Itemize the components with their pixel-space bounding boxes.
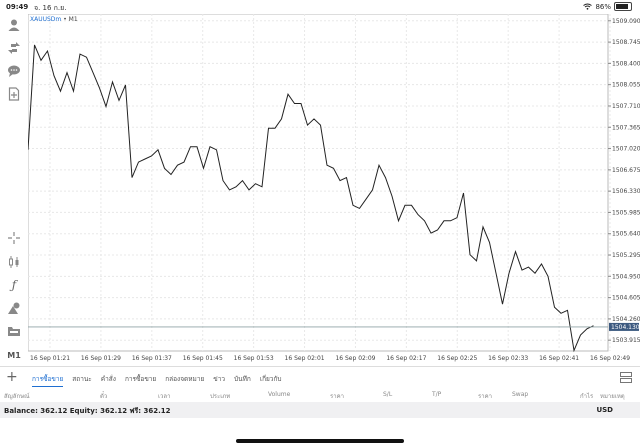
- folder-icon[interactable]: [6, 323, 22, 339]
- y-tick-label: 1506.330: [612, 188, 640, 195]
- x-axis: 16 Sep 01:21 16 Sep 01:29 16 Sep 01:37 16 S…: [30, 355, 630, 362]
- col-volume[interactable]: Volume: [268, 391, 290, 398]
- x-tick-label: 16 Sep 01:21: [30, 355, 70, 362]
- balance-summary: Balance: 362.12 Equity: 362.12 ฟรี: 362.…: [4, 407, 171, 415]
- tab-orders[interactable]: คำสั่ง: [101, 374, 116, 387]
- clock: 09:49: [6, 3, 29, 11]
- col-tp[interactable]: T/P: [432, 391, 441, 398]
- x-tick-label: 16 Sep 02:25: [437, 355, 477, 362]
- battery-fill: [616, 4, 629, 9]
- col-type[interactable]: ประเภท: [210, 391, 230, 401]
- tab-journal[interactable]: บันทึก: [234, 374, 251, 387]
- battery-icon: [614, 2, 632, 11]
- trade-table-header: สัญลักษณ์ ตั๋ว เวลา ประเภท Volume ราคา S…: [0, 388, 640, 402]
- col-sl[interactable]: S/L: [383, 391, 392, 398]
- tab-about[interactable]: เกี่ยวกับ: [260, 374, 282, 387]
- timeframe-button[interactable]: M1: [6, 347, 22, 363]
- x-tick-label: 16 Sep 01:37: [132, 355, 172, 362]
- x-tick-label: 16 Sep 01:45: [183, 355, 223, 362]
- x-tick-label: 16 Sep 02:17: [386, 355, 426, 362]
- add-icon[interactable]: +: [6, 369, 18, 385]
- home-indicator: [236, 439, 404, 443]
- chart-symbol-label: XAUUSDm • M1: [30, 16, 78, 23]
- y-tick-label: 1508.745: [612, 39, 640, 46]
- col-profit[interactable]: กำไร: [580, 391, 593, 401]
- tab-news[interactable]: ข่าว: [213, 374, 225, 387]
- col-time[interactable]: เวลา: [158, 391, 170, 401]
- wifi-icon: [583, 3, 593, 10]
- symbol-timeframe: M1: [68, 16, 78, 23]
- symbol-name: XAUUSDm: [30, 16, 62, 23]
- tab-exposure[interactable]: สถานะ: [72, 374, 92, 387]
- x-tick-label: 16 Sep 02:33: [488, 355, 528, 362]
- status-bar: 09:49 จ. 16 ก.ย. 86%: [0, 0, 640, 14]
- x-tick-label: 16 Sep 01:53: [234, 355, 274, 362]
- trade-arrows-icon[interactable]: [6, 40, 22, 56]
- tab-history[interactable]: การซื้อขาย: [125, 374, 156, 387]
- crosshair-icon[interactable]: [6, 230, 22, 246]
- col-swap[interactable]: Swap: [512, 391, 528, 398]
- chart-canvas[interactable]: 1509.090 1508.745 1508.400 1508.055 1507.710…: [28, 14, 640, 366]
- left-toolbar: ƒ M1: [0, 14, 28, 366]
- y-axis: 1509.090 1508.745 1508.400 1508.055 1507.710…: [608, 18, 640, 344]
- y-tick-label: 1508.055: [612, 82, 640, 89]
- y-tick-label: 1504.260: [612, 316, 640, 323]
- terminal-toolbar: + การซื้อขาย สถานะ คำสั่ง การซื้อขาย กล่…: [0, 366, 640, 389]
- current-price-label: 1504.130: [611, 324, 640, 331]
- y-tick-label: 1507.365: [612, 124, 640, 131]
- candlestick-icon[interactable]: [6, 254, 22, 270]
- status-date: จ. 16 ก.ย.: [34, 4, 67, 12]
- col-current-price[interactable]: ราคา: [478, 391, 492, 401]
- x-tick-label: 16 Sep 02:01: [285, 355, 325, 362]
- x-tick-label: 16 Sep 02:49: [590, 355, 630, 362]
- y-tick-label: 1505.640: [612, 231, 640, 238]
- objects-icon[interactable]: [6, 300, 22, 316]
- tab-trade[interactable]: การซื้อขาย: [32, 374, 64, 387]
- y-tick-label: 1509.090: [612, 18, 640, 25]
- function-icon[interactable]: ƒ: [6, 277, 22, 293]
- y-tick-label: 1504.605: [612, 295, 640, 302]
- y-tick-label: 1504.950: [612, 273, 640, 280]
- battery-percent: 86%: [595, 2, 611, 11]
- col-price[interactable]: ราคา: [330, 391, 344, 401]
- person-icon[interactable]: [6, 17, 22, 33]
- x-tick-label: 16 Sep 01:29: [81, 355, 121, 362]
- col-symbol[interactable]: สัญลักษณ์: [4, 391, 30, 401]
- y-tick-label: 1505.985: [612, 209, 640, 216]
- chat-icon[interactable]: [6, 63, 22, 79]
- y-tick-label: 1508.400: [612, 60, 640, 67]
- col-ticket[interactable]: ตั๋ว: [100, 391, 107, 401]
- y-tick-label: 1506.675: [612, 167, 640, 174]
- current-price-marker: 1504.130: [609, 322, 640, 331]
- price-chart[interactable]: 1509.090 1508.745 1508.400 1508.055 1507.710…: [28, 14, 640, 366]
- x-tick-label: 16 Sep 02:41: [539, 355, 579, 362]
- tab-mailbox[interactable]: กล่องจดหมาย: [165, 374, 204, 387]
- y-tick-label: 1503.915: [612, 337, 640, 344]
- plot-area: [28, 14, 609, 352]
- account-currency: USD: [596, 406, 613, 414]
- y-tick-label: 1507.710: [612, 103, 640, 110]
- layout-icon[interactable]: [620, 372, 632, 383]
- x-tick-label: 16 Sep 02:09: [335, 355, 375, 362]
- add-document-icon[interactable]: [6, 86, 22, 102]
- terminal-tabs: การซื้อขาย สถานะ คำสั่ง การซื้อขาย กล่อง…: [32, 374, 282, 387]
- y-tick-label: 1505.295: [612, 252, 640, 259]
- balance-bar: Balance: 362.12 Equity: 362.12 ฟรี: 362.…: [0, 402, 640, 418]
- col-comment[interactable]: หมายเหตุ: [600, 391, 625, 401]
- y-tick-label: 1507.020: [612, 146, 640, 153]
- status-right: 86%: [583, 2, 632, 11]
